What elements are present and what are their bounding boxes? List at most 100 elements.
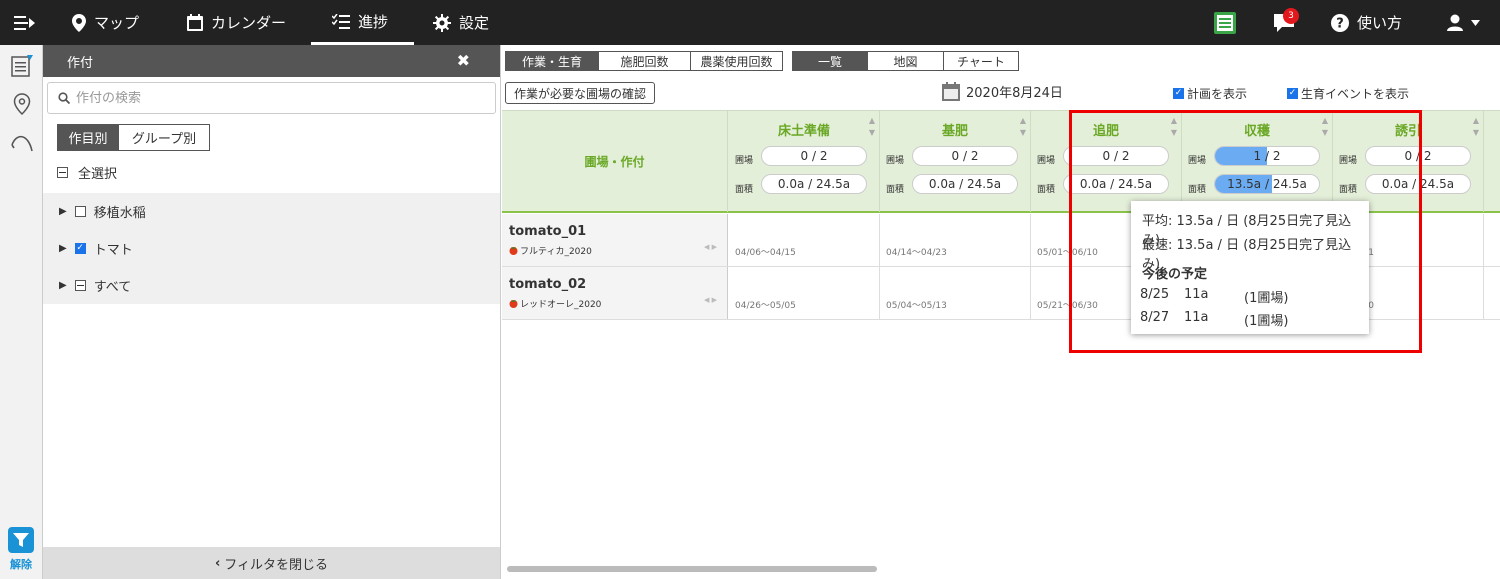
task-title: 床土準備 <box>777 124 830 139</box>
reorder-arrows-icon[interactable]: ◀ ▶ <box>704 296 717 304</box>
show-events-toggle[interactable]: ✓ 生育イベントを表示 <box>1287 85 1409 102</box>
crop-name-row: フルティカ_2020 <box>509 244 592 257</box>
tree-checkbox[interactable] <box>74 280 86 291</box>
nav-settings[interactable]: 設定 <box>433 0 489 45</box>
expand-arrow-icon[interactable]: ▶ <box>59 280 67 291</box>
progress-text: 0 / 2 <box>951 149 979 163</box>
work-log-button[interactable] <box>1214 0 1236 45</box>
user-icon <box>1447 14 1463 31</box>
menu-toggle-icon[interactable] <box>14 0 36 45</box>
select-all-checkbox[interactable] <box>57 167 68 178</box>
nav-progress-label: 進捗 <box>358 12 389 31</box>
task-title: 基肥 <box>941 124 968 139</box>
calendar-icon <box>942 82 960 101</box>
filter-release-button[interactable]: 解除 <box>7 527 35 573</box>
expand-arrow-icon[interactable]: ▶ <box>59 206 67 217</box>
view-tabs: 一覧 地図 チャート <box>792 51 1019 71</box>
progress-text: 0.0a / 24.5a <box>777 177 851 191</box>
crop-search-box[interactable] <box>47 82 496 114</box>
help-button[interactable]: ? 使い方 <box>1331 0 1402 45</box>
tree-item-all[interactable]: ▶ すべて <box>43 267 500 304</box>
group-by-toggle: 作目別 グループ別 <box>57 124 210 151</box>
nav-calendar[interactable]: カレンダー <box>187 0 286 45</box>
filter-release-label: 解除 <box>10 558 32 571</box>
tree-checkbox[interactable]: ✓ <box>74 243 86 254</box>
field-progress-pill[interactable]: 0 / 2 <box>912 146 1018 166</box>
area-label: 面積 <box>886 185 905 195</box>
sort-icon[interactable]: ▲ ▼ <box>1020 115 1026 139</box>
tab-pesticide-count[interactable]: 農薬使用回数 <box>690 51 783 71</box>
task-period-cell[interactable]: 05/04～05/13 <box>880 267 1031 319</box>
tree-item-rice[interactable]: ▶ 移植水稲 <box>43 193 500 230</box>
reorder-arrows-icon[interactable]: ◀ ▶ <box>704 243 717 251</box>
tool-filter-tab[interactable] <box>9 129 35 155</box>
tab-work-growth[interactable]: 作業・生育 <box>505 51 599 71</box>
close-filter-button[interactable]: ‹ フィルタを閉じる <box>43 547 500 579</box>
horizontal-scrollbar[interactable] <box>507 566 877 572</box>
field-progress-pill[interactable]: 0 / 2 <box>761 146 867 166</box>
area-label: 面積 <box>1037 185 1056 195</box>
field-count-label: 圃場 <box>735 156 754 166</box>
crop-name-row: レッドオーレ_2020 <box>509 297 601 310</box>
select-all-label: 全選択 <box>78 167 118 182</box>
group-by-group-button[interactable]: グループ別 <box>118 124 210 151</box>
help-circle-icon: ? <box>1331 13 1349 32</box>
select-all-row[interactable]: 全選択 <box>57 163 117 182</box>
group-by-crop-button[interactable]: 作目別 <box>57 124 119 151</box>
field-name: tomato_02 <box>509 277 587 292</box>
tree-checkbox[interactable] <box>74 206 86 217</box>
mode-tabs: 作業・生育 施肥回数 農薬使用回数 <box>505 51 783 71</box>
highlight-box <box>1069 110 1422 353</box>
sort-icon[interactable]: ▲ ▼ <box>1473 115 1479 139</box>
task-column-header[interactable]: 床土準備 ▲ ▼ 圃場 0 / 2 面積 0.0a / 24.5a <box>729 111 880 212</box>
show-plan-toggle[interactable]: ✓ 計画を表示 <box>1173 85 1247 102</box>
task-period-cell[interactable]: 04/26～05/05 <box>729 267 880 319</box>
progress-text: 0.0a / 24.5a <box>928 177 1002 191</box>
close-icon[interactable]: ✖ <box>457 51 470 70</box>
user-menu-button[interactable] <box>1447 0 1480 45</box>
left-icon-rail: 解除 <box>0 45 43 579</box>
tab-chart[interactable]: チャート <box>943 51 1019 71</box>
show-plan-checkbox[interactable]: ✓ <box>1173 88 1184 99</box>
nav-settings-label: 設定 <box>459 14 490 32</box>
show-events-checkbox[interactable]: ✓ <box>1287 88 1298 99</box>
tree-item-label: トマト <box>93 243 133 258</box>
tab-fertilizer-count[interactable]: 施肥回数 <box>598 51 691 71</box>
gear-icon <box>433 13 451 32</box>
task-period: 04/26～05/05 <box>735 301 796 311</box>
close-filter-label: フィルタを閉じる <box>224 557 329 573</box>
progress-text: 0 / 2 <box>800 149 828 163</box>
tree-item-tomato[interactable]: ▶ ✓ トマト <box>43 230 500 267</box>
field-filter-tab[interactable] <box>9 91 35 117</box>
field-crop-cell[interactable]: tomato_01 フルティカ_2020 ◀ ▶ <box>502 214 728 266</box>
nav-map[interactable]: マップ <box>72 0 139 45</box>
filter-panel: 作付 ✖ 作目別 グループ別 全選択 ▶ 移植水稲 ▶ ✓ トマト ▶ すべて … <box>43 45 501 579</box>
nav-progress[interactable]: 進捗 <box>311 0 414 45</box>
calendar-icon <box>187 14 203 31</box>
task-period: 04/06～04/15 <box>735 248 796 258</box>
task-period-cell[interactable]: 04/14～04/23 <box>880 214 1031 266</box>
crop-filter-tab[interactable] <box>9 53 35 79</box>
tab-map[interactable]: 地図 <box>867 51 944 71</box>
crop-search-input[interactable] <box>76 90 476 106</box>
field-crop-cell[interactable]: tomato_02 レッドオーレ_2020 ◀ ▶ <box>502 267 728 319</box>
task-period-cell[interactable]: 04/06～04/15 <box>729 214 880 266</box>
tree-item-label: 移植水稲 <box>93 206 146 221</box>
notification-badge: 3 <box>1283 8 1299 24</box>
expand-arrow-icon[interactable]: ▶ <box>59 243 67 254</box>
tab-list[interactable]: 一覧 <box>792 51 868 71</box>
funnel-icon <box>13 533 29 547</box>
field-crop-column-header: 圃場・作付 <box>502 111 728 212</box>
date-picker[interactable]: 2020年8月24日 <box>942 82 1063 101</box>
tomato-icon <box>509 299 518 308</box>
area-label: 面積 <box>735 185 754 195</box>
task-column-header[interactable]: 基肥 ▲ ▼ 圃場 0 / 2 面積 0.0a / 24.5a <box>880 111 1031 212</box>
area-progress-pill[interactable]: 0.0a / 24.5a <box>912 174 1018 194</box>
top-nav-bar: マップ カレンダー 進捗 設定 3 ? 使い方 <box>0 0 1500 45</box>
caret-down-icon <box>1471 19 1480 26</box>
nav-map-label: マップ <box>94 14 140 32</box>
area-progress-pill[interactable]: 0.0a / 24.5a <box>761 174 867 194</box>
check-required-fields-button[interactable]: 作業が必要な圃場の確認 <box>505 82 656 104</box>
notebook-icon <box>1214 11 1236 34</box>
sort-icon[interactable]: ▲ ▼ <box>869 115 875 139</box>
